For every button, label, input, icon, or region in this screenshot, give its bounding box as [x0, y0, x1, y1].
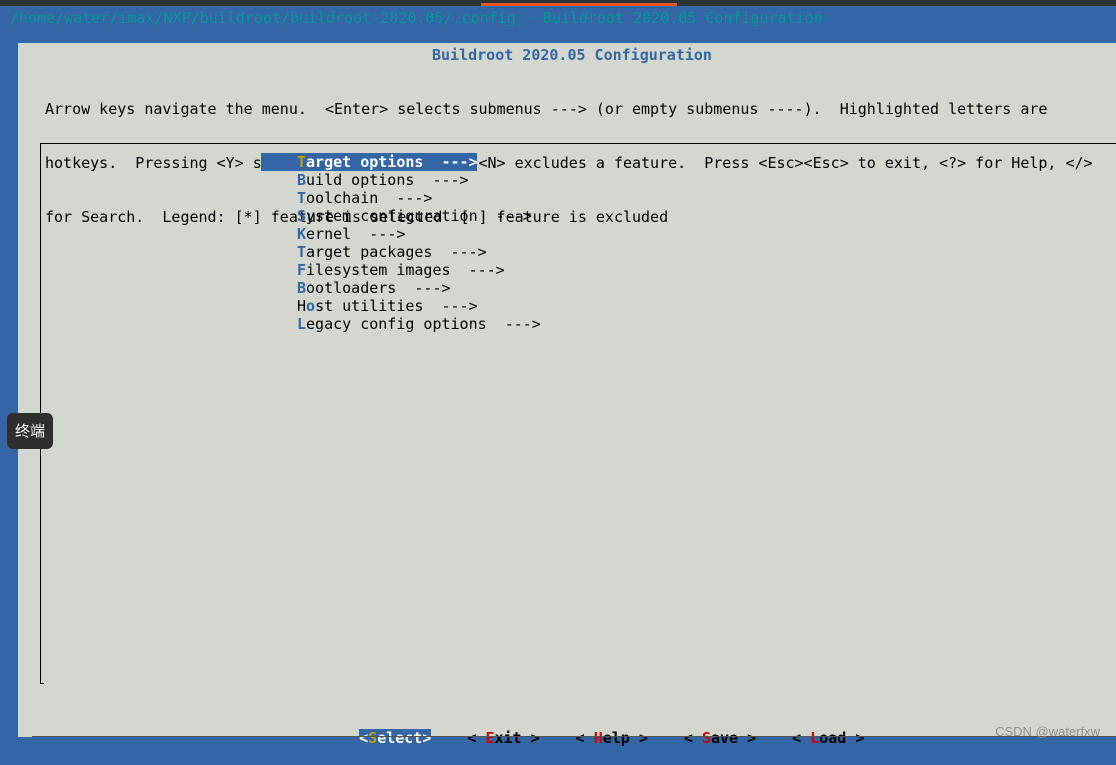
menu-label: ernel ---> [306, 225, 406, 243]
menu-hotkey: T [297, 243, 307, 261]
active-indicator [481, 3, 677, 6]
button-label: xit > [494, 729, 540, 747]
menu-item-kernel[interactable]: Kernel ---> [261, 225, 541, 243]
exit-button[interactable]: < Exit > [467, 729, 539, 747]
button-hotkey: L [810, 729, 820, 747]
menu-hotkey: K [297, 225, 307, 243]
panel-title: Buildroot 2020.05 Configuration [432, 46, 712, 64]
menu-hotkey: S [297, 207, 307, 225]
menu-label: ystem configuration ---> [306, 207, 532, 225]
menu-item-legacy-config-options[interactable]: Legacy config options ---> [261, 315, 541, 333]
menu-box-corner [40, 683, 44, 684]
menu-hotkey: T [297, 153, 307, 171]
menu-item-filesystem-images[interactable]: Filesystem images ---> [261, 261, 541, 279]
button-bracket: < [683, 729, 702, 747]
menu-item-host-utilities[interactable]: Host utilities ---> [261, 297, 541, 315]
select-button[interactable]: <Select> [359, 729, 432, 747]
menu-item-system-configuration[interactable]: System configuration ---> [261, 207, 541, 225]
menu-label: ilesystem images ---> [306, 261, 505, 279]
menu-hotkey: o [306, 297, 316, 315]
button-bracket: < [467, 729, 486, 747]
button-bracket: < [359, 729, 369, 747]
button-label: ave > [710, 729, 757, 747]
menu-item-toolchain[interactable]: Toolchain ---> [261, 189, 541, 207]
button-bracket: < [792, 729, 811, 747]
load-button[interactable]: < Load > [792, 729, 864, 747]
config-panel: Buildroot 2020.05 Configuration Arrow ke… [18, 43, 1116, 747]
menu-label: uild options ---> [306, 171, 469, 189]
menu-hotkey: T [297, 189, 307, 207]
menu-item-target-options[interactable]: Target options ---> [261, 153, 478, 171]
menu-hotkey: L [297, 315, 307, 333]
button-label: oad > [819, 729, 865, 747]
menu-label: st utilities ---> [315, 297, 478, 315]
menu-item-build-options[interactable]: Build options ---> [261, 171, 541, 189]
button-hotkey: S [701, 729, 711, 747]
help-line: Arrow keys navigate the menu. <Enter> se… [45, 100, 1048, 118]
main-menu: Target options ---> Build options ---> T… [261, 153, 541, 333]
button-bracket: < [575, 729, 594, 747]
button-hotkey: H [593, 729, 603, 747]
menu-label: arget packages ---> [306, 243, 487, 261]
menu-label: oolchain ---> [306, 189, 433, 207]
button-hotkey: S [368, 729, 378, 747]
menu-label: ootloaders ---> [306, 279, 451, 297]
top-stripe [0, 0, 1116, 6]
watermark: CSDN @waterfxw [995, 724, 1100, 739]
menu-hotkey: B [297, 171, 307, 189]
menu-label: arget options ---> [306, 153, 478, 171]
button-label: elect> [377, 729, 432, 747]
menu-label: egacy config options ---> [306, 315, 541, 333]
menu-box [40, 143, 1116, 684]
menu-item-target-packages[interactable]: Target packages ---> [261, 243, 541, 261]
terminal-tooltip: 终端 [7, 413, 53, 449]
menu-hotkey: F [297, 261, 307, 279]
button-bar: <Select> < Exit > < Help > < Save > < Load > [323, 711, 900, 765]
menu-hotkey: B [297, 279, 307, 297]
save-button[interactable]: < Save > [684, 729, 756, 747]
left-strip [0, 28, 18, 747]
window-title: /home/water/imax/NXP/buildroot/buildroot… [10, 9, 823, 27]
button-label: elp > [602, 729, 648, 747]
menu-prefix: H [297, 297, 307, 315]
bottom-divider [32, 736, 1116, 737]
menu-item-bootloaders[interactable]: Bootloaders ---> [261, 279, 541, 297]
help-button[interactable]: < Help > [576, 729, 648, 747]
